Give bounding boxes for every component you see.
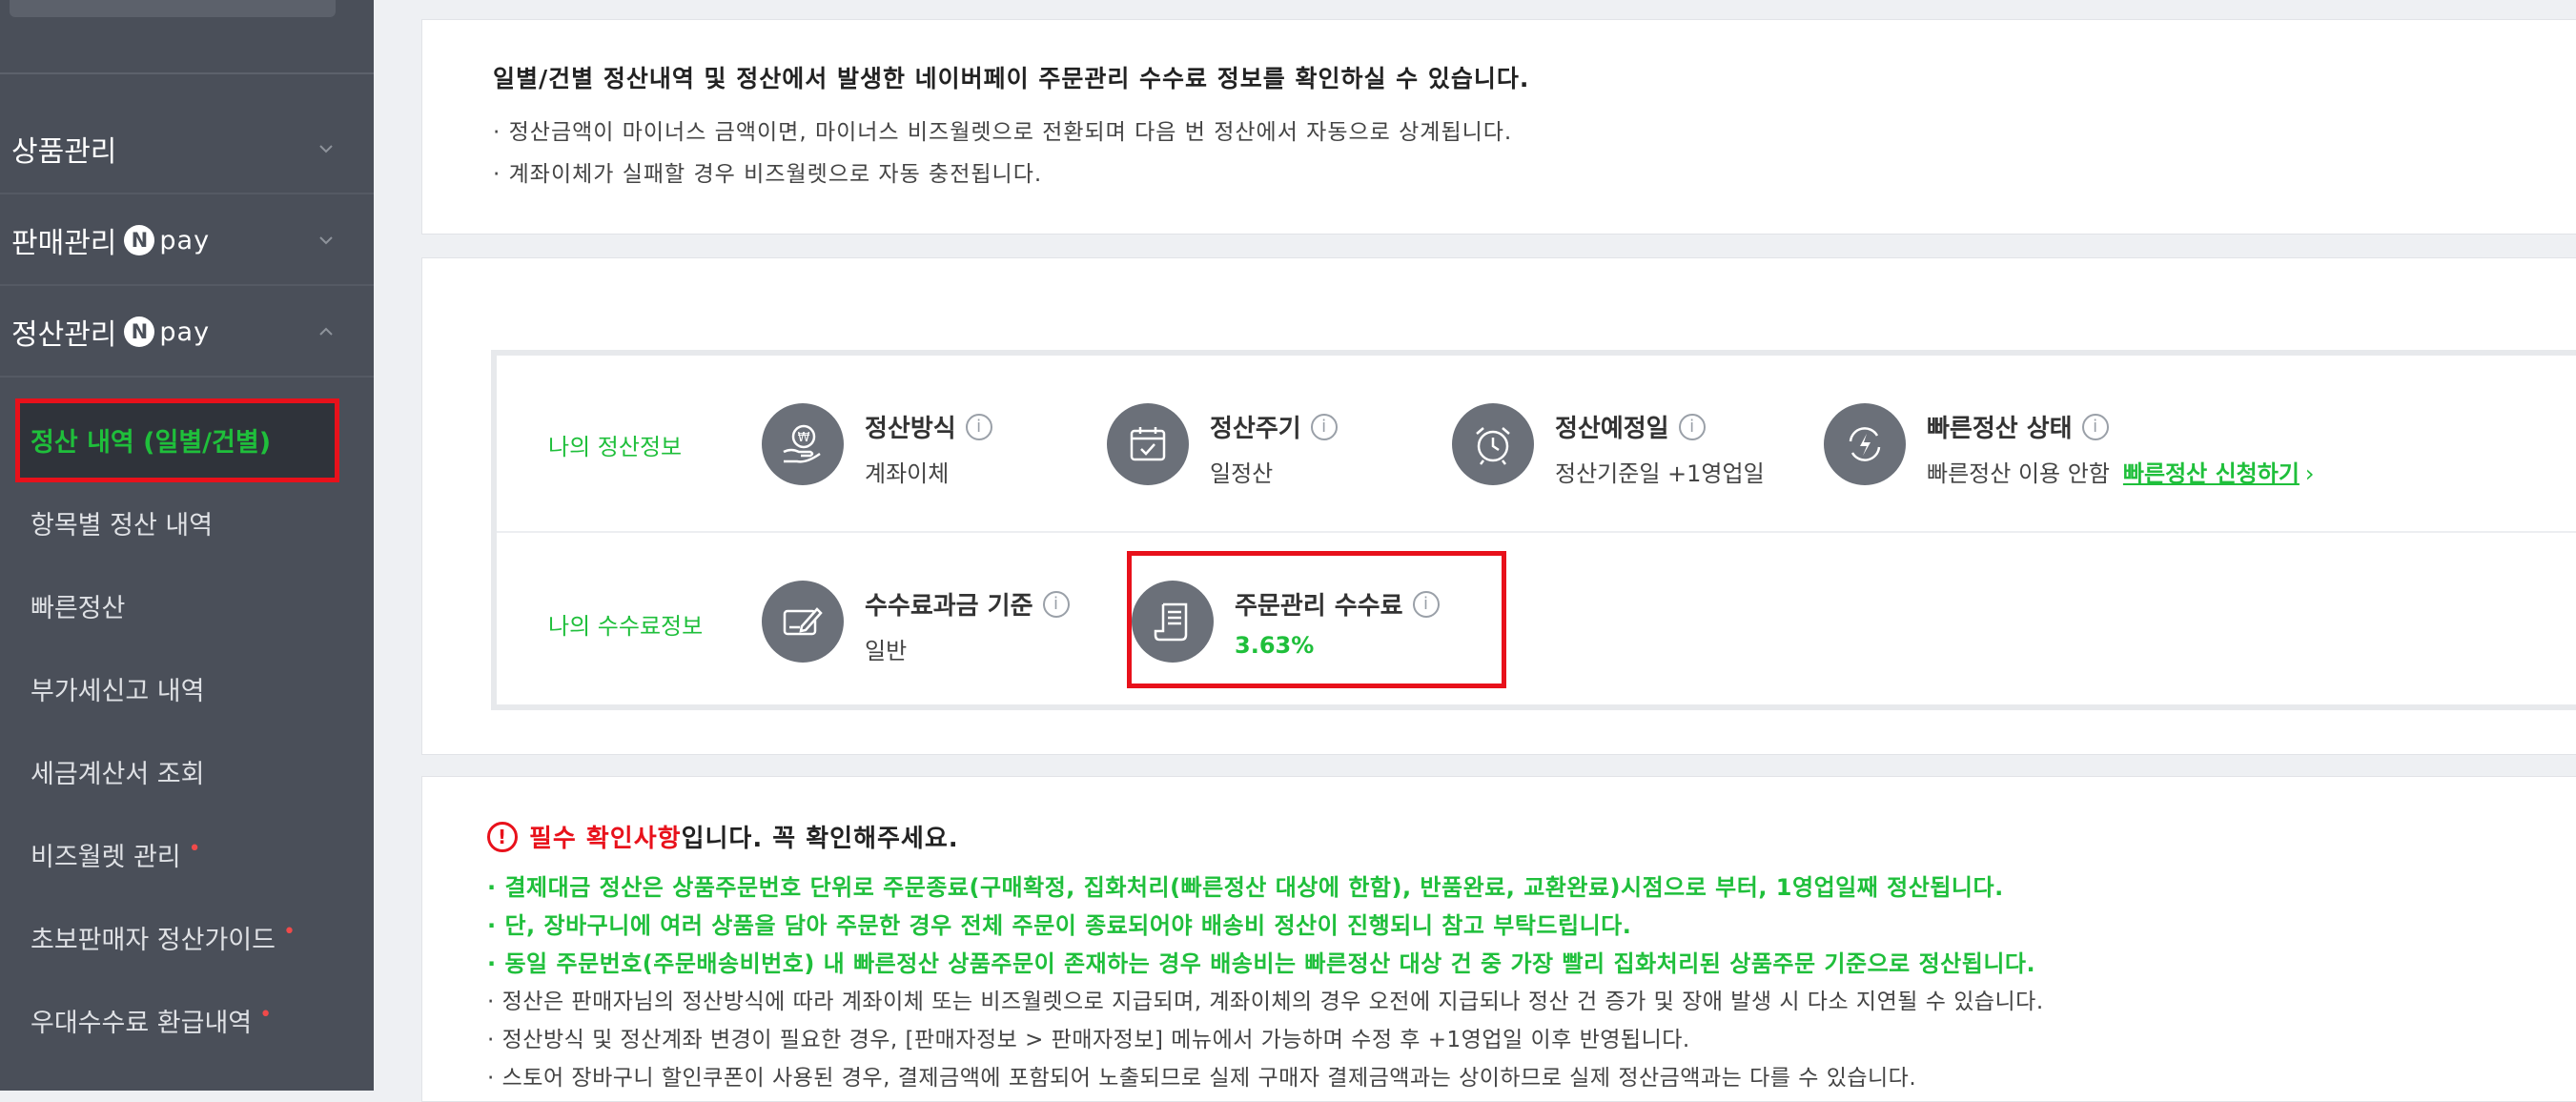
info-icon[interactable]: i <box>1042 590 1070 618</box>
required-label: 필수 확인사항 <box>529 825 682 853</box>
intro-line: · 계좌이체가 실패할 경우 비즈월렛으로 자동 충전됩니다. <box>493 162 1043 187</box>
submenu-bizwallet[interactable]: 비즈월렛 관리 • <box>0 821 374 888</box>
info-icon[interactable]: i <box>1678 413 1706 440</box>
submenu-label: 세금계산서 조회 <box>31 759 205 789</box>
sidebar-search-box[interactable] <box>10 0 336 17</box>
submenu-label: 정산 내역 (일별/건별) <box>31 427 272 458</box>
info-value: 일정산 <box>1210 460 1274 487</box>
sidebar: 상품관리 판매관리 N pay 정산관리 N pay 정산 내역 (일별/건별) <box>0 0 374 1091</box>
svg-text:₩: ₩ <box>798 431 810 445</box>
submenu-fast-settlement[interactable]: 빠른정산 <box>0 572 374 639</box>
order-fee-highlight <box>1127 551 1506 688</box>
chevron-down-icon <box>319 236 333 245</box>
submenu-label: 우대수수료 환급내역 <box>31 1008 253 1038</box>
submenu-label: 초보판매자 정산가이드 <box>31 925 276 955</box>
card-pen-icon <box>762 581 844 663</box>
warning-icon: ! <box>487 821 518 852</box>
info-title: 정산방식 <box>865 415 956 443</box>
info-icon[interactable]: i <box>965 413 992 440</box>
info-box: 나의 정산정보 ₩ 정산방식 i 계좌이체 정산주기 i 일정산 정산예정일 i 정산… <box>491 350 2576 710</box>
row-divider <box>497 531 2576 533</box>
fee-info-label: 나의 수수료정보 <box>548 613 704 640</box>
menu-label: 상품관리 <box>11 135 117 169</box>
info-value: 일반 <box>865 638 908 664</box>
npay-text: pay <box>159 316 211 347</box>
sidebar-divider <box>0 72 374 74</box>
npay-n-badge: N <box>124 225 155 255</box>
submenu-label: 빠른정산 <box>31 593 126 623</box>
notice-bullet-important: · 단, 장바구니에 여러 상품을 담아 주문한 경우 전체 주문이 종료되어야… <box>487 912 1632 939</box>
notice-bullet-important: · 결제대금 정산은 상품주문번호 단위로 주문종료(구매확정, 집화처리(빠른… <box>487 874 2004 901</box>
info-value: 빠른정산 이용 안함 <box>1927 460 2110 487</box>
menu-label: 판매관리 <box>11 227 117 260</box>
menu-label: 정산관리 <box>11 318 117 352</box>
submenu-tax-invoice[interactable]: 세금계산서 조회 <box>0 738 374 805</box>
chevron-down-icon <box>319 145 333 153</box>
submenu-label: 항목별 정산 내역 <box>31 510 214 541</box>
npay-n-badge: N <box>124 316 155 347</box>
submenu-label: 비즈월렛 관리 <box>31 842 181 872</box>
submenu-fee-refund[interactable]: 우대수수료 환급내역 • <box>0 987 374 1053</box>
settlement-info-label: 나의 정산정보 <box>548 434 683 460</box>
submenu-item-settlement[interactable]: 항목별 정산 내역 <box>0 489 374 556</box>
new-dot-icon: • <box>259 1002 273 1027</box>
menu-settlement-management[interactable]: 정산관리 N pay <box>0 288 374 378</box>
notice-bullet: · 스토어 장바구니 할인쿠폰이 사용된 경우, 결제금액에 포함되어 노출되므… <box>487 1066 1917 1091</box>
lightning-icon <box>1824 403 1906 485</box>
notice-panel: ! 필수 확인사항 입니다. 꼭 확인해주세요. · 결제대금 정산은 상품주문번… <box>421 776 2576 1102</box>
info-title: 빠른정산 상태 <box>1927 415 2073 443</box>
chevron-up-icon <box>319 327 333 336</box>
alarm-clock-icon <box>1452 403 1534 485</box>
npay-logo: N pay <box>124 316 210 347</box>
intro-panel: 일별/건별 정산내역 및 정산에서 발생한 네이버페이 주문관리 수수료 정보를… <box>421 19 2576 235</box>
submenu-daily-settlement[interactable]: 정산 내역 (일별/건별) <box>0 406 374 473</box>
notice-bullet: · 정산방식 및 정산계좌 변경이 필요한 경우, [판매자정보 > 판매자정보… <box>487 1028 1690 1052</box>
submenu-vat-report[interactable]: 부가세신고 내역 <box>0 655 374 722</box>
info-value: 계좌이체 <box>865 460 950 487</box>
notice-bullet-important: · 동일 주문번호(주문배송비번호) 내 빠른정산 상품주문이 존재하는 경우 … <box>487 950 2036 977</box>
npay-logo: N pay <box>124 225 210 255</box>
notice-heading: ! 필수 확인사항 입니다. 꼭 확인해주세요. <box>487 819 959 854</box>
info-icon[interactable]: i <box>2081 413 2109 440</box>
notice-bullet: · 정산은 판매자님의 정산방식에 따라 계좌이체 또는 비즈월렛으로 지급되며… <box>487 990 2044 1014</box>
menu-product-management[interactable]: 상품관리 <box>0 105 374 194</box>
new-dot-icon: • <box>282 919 296 944</box>
submenu-beginner-guide[interactable]: 초보판매자 정산가이드 • <box>0 904 374 970</box>
apply-fast-settlement-link[interactable]: 빠른정산 신청하기 <box>2123 460 2300 487</box>
info-title: 정산주기 <box>1210 415 1301 443</box>
new-dot-icon: • <box>188 836 201 861</box>
info-value: 정산기준일 +1영업일 <box>1555 460 1765 487</box>
info-title: 정산예정일 <box>1555 415 1669 443</box>
calendar-icon <box>1107 403 1189 485</box>
submenu-label: 부가세신고 내역 <box>31 676 205 706</box>
npay-text: pay <box>159 225 211 255</box>
info-icon[interactable]: i <box>1310 413 1338 440</box>
intro-title: 일별/건별 정산내역 및 정산에서 발생한 네이버페이 주문관리 수수료 정보를… <box>493 65 1530 92</box>
info-title: 수수료과금 기준 <box>865 592 1033 621</box>
hand-coin-icon: ₩ <box>762 403 844 485</box>
menu-sales-management[interactable]: 판매관리 N pay <box>0 196 374 286</box>
chevron-right-icon: › <box>2304 460 2315 487</box>
notice-heading-text: 입니다. 꼭 확인해주세요. <box>681 825 959 853</box>
intro-line: · 정산금액이 마이너스 금액이면, 마이너스 비즈월렛으로 전환되며 다음 번… <box>493 120 1513 145</box>
